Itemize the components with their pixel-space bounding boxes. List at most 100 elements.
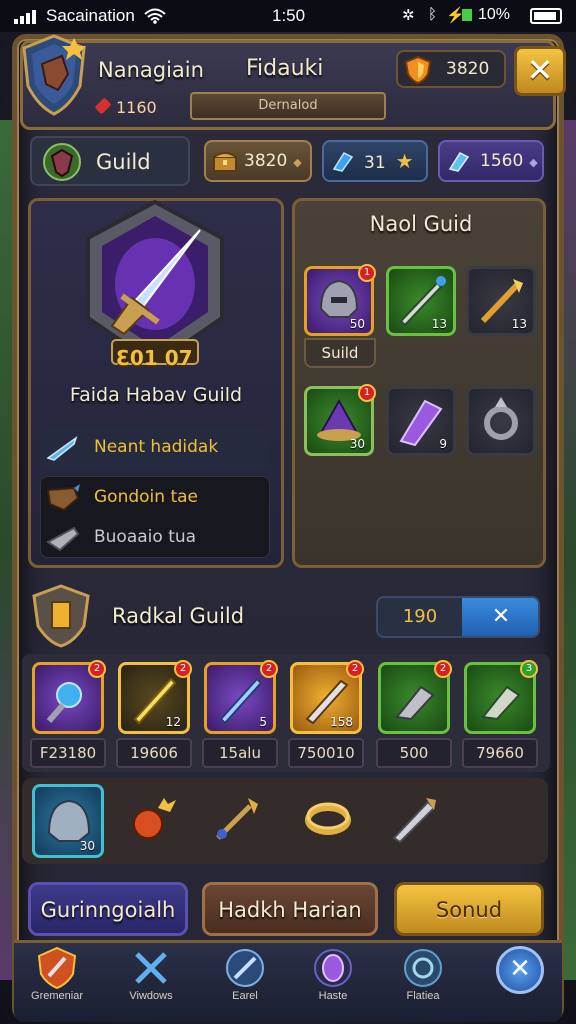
- nav-label: Gremeniar: [31, 990, 83, 1002]
- nav-item-haste[interactable]: Haste: [288, 946, 378, 1020]
- inventory-slot[interactable]: 1 50: [304, 264, 376, 336]
- globe-sword-icon: [226, 949, 264, 987]
- middle-button[interactable]: Hadkh Harian: [202, 882, 378, 936]
- item-badge: 2: [88, 660, 106, 678]
- chevron-right-icon: ◆: [293, 156, 302, 169]
- item-price: 750010: [288, 738, 364, 768]
- item-price: F23180: [30, 738, 106, 768]
- resource-crystal-value: 31: [364, 153, 386, 173]
- radkal-title: Radkal Guild: [112, 604, 245, 628]
- steel-dagger-icon[interactable]: [386, 790, 442, 846]
- nav-item-gremeniar[interactable]: Gremeniar: [12, 946, 102, 1020]
- nav-item-flatiea[interactable]: Flatiea: [378, 946, 468, 1020]
- toggle-action-button[interactable]: ✕: [462, 598, 538, 636]
- item-slot: 2: [378, 660, 452, 734]
- resource-gem-value: 1560: [480, 151, 524, 171]
- emblem-level: Ɛ01 07: [116, 346, 193, 370]
- slot-count: 13: [431, 317, 447, 331]
- battery-icon: [530, 8, 562, 24]
- item-price: 19606: [116, 738, 192, 768]
- ruby-icon: [94, 97, 112, 115]
- item-count: 5: [259, 715, 267, 729]
- inventory-slot[interactable]: 13: [466, 266, 536, 336]
- nav-item-earel[interactable]: Earel: [200, 946, 290, 1020]
- resource-chest-value: 3820: [244, 151, 288, 171]
- player-shield-icon[interactable]: [18, 34, 90, 116]
- resource-crystal[interactable]: 31 ★: [322, 140, 428, 182]
- item-card[interactable]: 2 F23180: [30, 660, 108, 770]
- gem-count: 1160: [116, 98, 157, 117]
- gem-wand-icon[interactable]: [210, 790, 266, 846]
- slot-count: 30: [349, 437, 365, 451]
- nav-label: Viwdows: [129, 990, 173, 1002]
- star-icon: ★: [395, 149, 414, 173]
- shield-sword-icon: [37, 946, 77, 990]
- resource-gem[interactable]: 1560 ◆: [438, 140, 544, 182]
- slot-badge: 1: [358, 264, 376, 282]
- inventory-slot[interactable]: [466, 386, 536, 456]
- confirm-button[interactable]: Sonud: [394, 882, 544, 936]
- steel-shield-icon: [46, 526, 80, 552]
- signal-icon: [14, 10, 36, 24]
- rune-icon: [404, 949, 442, 987]
- item-slot: 2: [32, 660, 106, 734]
- item-badge: 2: [260, 660, 278, 678]
- close-button[interactable]: ✕: [514, 46, 566, 96]
- item-count: 12: [165, 715, 181, 729]
- item-slot: 25: [204, 660, 278, 734]
- chest-arrow-icon: [46, 484, 80, 512]
- iron-ring-icon: [484, 397, 518, 440]
- gold-shield-icon: [404, 56, 432, 84]
- primary-left-button[interactable]: Gurinngoialh: [28, 882, 188, 936]
- carrier-name: Sacaination: [46, 6, 135, 25]
- guild-name: Faida Habav Guild: [69, 384, 243, 406]
- item-card[interactable]: 2 12 19606: [116, 660, 194, 770]
- slot-count: 50: [349, 317, 365, 331]
- radkal-shield-icon: [32, 584, 90, 648]
- slot-count: 9: [439, 437, 447, 451]
- item-badge: 3: [520, 660, 538, 678]
- treasure-chest-icon: [213, 152, 237, 172]
- bluetooth-icon: ᛒ: [428, 6, 438, 23]
- nav-item-viwdows[interactable]: Viwdows: [106, 946, 196, 1020]
- nav-label: Haste: [318, 990, 348, 1002]
- naol-guild-panel: [292, 198, 546, 568]
- item-card[interactable]: 3 79660: [462, 660, 540, 770]
- ice-spear-icon: [46, 436, 78, 461]
- inventory-slot[interactable]: 1 30: [304, 384, 376, 456]
- blue-gem-icon: [448, 152, 470, 172]
- item-slot: 2 12: [118, 660, 192, 734]
- inventory-slot[interactable]: 13: [386, 266, 456, 336]
- guild-crest-icon: [43, 143, 81, 181]
- crossed-swords-icon: [135, 952, 167, 984]
- status-bar: Sacaination 1:50 ✲ ᛒ ⚡ 10%: [0, 0, 576, 32]
- item-card[interactable]: 25 15alu: [202, 660, 280, 770]
- item-card[interactable]: 2 158 750010: [288, 660, 366, 770]
- guild-row-3[interactable]: Buoaaio tua: [40, 518, 270, 558]
- inventory-slot[interactable]: 9: [386, 386, 456, 456]
- naol-guild-title: Naol Guid: [369, 212, 473, 236]
- guild-row-1[interactable]: Neant hadidak: [40, 428, 270, 468]
- guild-row-2-label: Gondoin tae: [94, 487, 198, 507]
- fire-bomb-icon[interactable]: [124, 790, 180, 846]
- slot-count: 13: [511, 317, 527, 331]
- gold-ring-icon[interactable]: [300, 790, 356, 846]
- guild-row-1-label: Neant hadidak: [94, 437, 219, 457]
- gem-counter: 1160: [94, 97, 157, 117]
- player-name: Nanagiain: [98, 58, 204, 82]
- guild-row-2[interactable]: Gondoin tae: [40, 478, 270, 518]
- toggle-value[interactable]: 190: [378, 598, 462, 636]
- loot-count: 30: [79, 839, 95, 853]
- item-slot: 2 158: [290, 660, 364, 734]
- alarm-icon: ✲: [402, 7, 415, 24]
- nav-label: Flatiea: [406, 990, 440, 1002]
- suild-label: Suild: [304, 338, 376, 368]
- loot-slot[interactable]: 30: [32, 784, 104, 858]
- tab-guild[interactable]: Guild: [30, 136, 190, 186]
- wifi-icon: [144, 8, 166, 24]
- status-time: 1:50: [272, 6, 306, 25]
- item-card[interactable]: 2 500: [376, 660, 454, 770]
- radkal-toggle[interactable]: 190 ✕: [376, 596, 540, 638]
- nav-close-button[interactable]: ✕: [496, 946, 544, 994]
- resource-chest[interactable]: 3820 ◆: [204, 140, 312, 182]
